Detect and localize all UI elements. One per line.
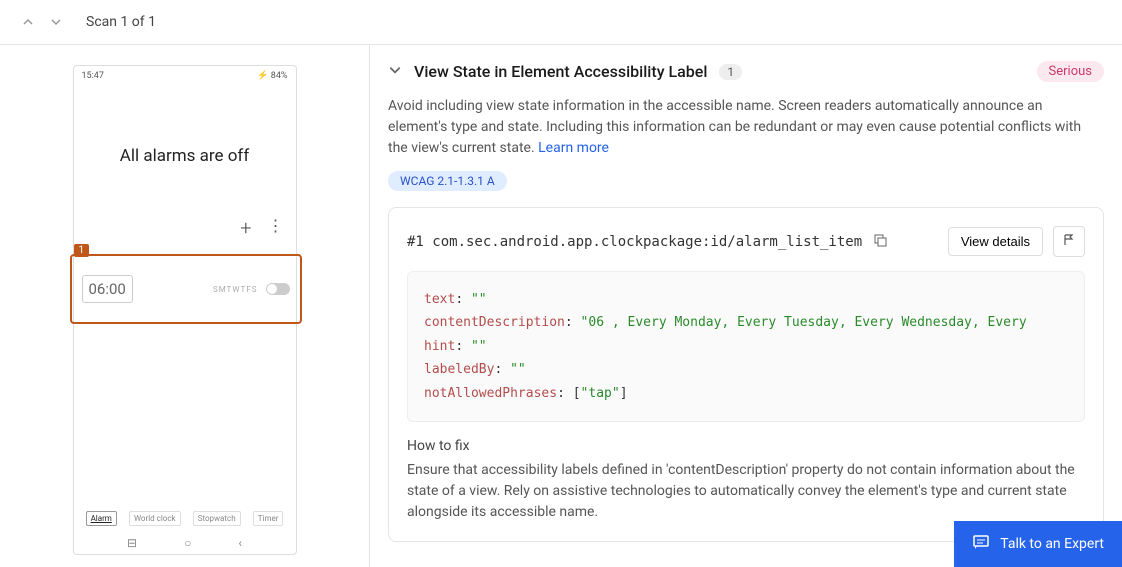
howto-text: Ensure that accessibility labels defined… <box>407 460 1085 523</box>
scan-counter: Scan 1 of 1 <box>86 14 156 30</box>
issue-header: View State in Element Accessibility Labe… <box>388 61 1104 82</box>
top-bar: Scan 1 of 1 <box>0 0 1122 45</box>
alarm-days: SMTWTFS <box>213 285 258 294</box>
view-details-button[interactable]: View details <box>948 227 1043 256</box>
recent-icon: ⊟ <box>127 536 137 550</box>
issue-count-badge: 1 <box>719 64 742 80</box>
home-icon: ○ <box>184 536 191 550</box>
flag-button[interactable] <box>1053 226 1085 257</box>
highlight-badge: 1 <box>74 244 90 257</box>
phone-status-bar: 15:47 ⚡ 84% <box>74 66 296 86</box>
device-screenshot: 15:47 ⚡ 84% All alarms are off + ⋮ 1 06:… <box>73 65 297 555</box>
element-identifier: #1 com.sec.android.app.clockpackage:id/a… <box>407 234 862 250</box>
main-area: 15:47 ⚡ 84% All alarms are off + ⋮ 1 06:… <box>0 45 1122 567</box>
prev-scan-button[interactable] <box>20 14 36 30</box>
copy-icon[interactable] <box>872 232 888 252</box>
issue-highlight[interactable]: 1 06:00 SMTWTFS <box>70 254 302 324</box>
screenshot-panel: 15:47 ⚡ 84% All alarms are off + ⋮ 1 06:… <box>0 45 370 567</box>
issue-detail-panel: View State in Element Accessibility Labe… <box>370 45 1122 567</box>
alarm-toggle <box>266 283 290 295</box>
learn-more-link[interactable]: Learn more <box>538 140 609 156</box>
alarm-controls: SMTWTFS <box>213 283 290 295</box>
phone-tabs: Alarm World clock Stopwatch Timer <box>74 511 296 526</box>
chat-icon <box>972 533 990 555</box>
phone-heading: All alarms are off <box>74 146 296 166</box>
card-header: #1 com.sec.android.app.clockpackage:id/a… <box>407 226 1085 257</box>
alarm-list-item: 06:00 SMTWTFS <box>72 256 300 322</box>
code-block[interactable]: text: "" contentDescription: "06 , Every… <box>407 271 1085 422</box>
back-icon: ‹ <box>238 536 242 550</box>
severity-badge: Serious <box>1037 61 1104 82</box>
talk-to-expert-button[interactable]: Talk to an Expert <box>954 521 1122 567</box>
wcag-badge: WCAG 2.1-1.3.1 A <box>388 171 507 191</box>
phone-toolbar: + ⋮ <box>74 206 296 250</box>
issue-title: View State in Element Accessibility Labe… <box>414 62 707 81</box>
tab-alarm: Alarm <box>86 511 117 526</box>
tab-world-clock: World clock <box>129 511 181 526</box>
howto-heading: How to fix <box>407 438 1085 454</box>
more-icon: ⋮ <box>268 216 282 240</box>
status-time: 15:47 <box>82 71 104 81</box>
tab-stopwatch: Stopwatch <box>193 511 241 526</box>
phone-nav-bar: ⊟ ○ ‹ <box>74 536 296 550</box>
next-scan-button[interactable] <box>48 14 64 30</box>
issue-instance-card: #1 com.sec.android.app.clockpackage:id/a… <box>388 207 1104 542</box>
add-alarm-icon: + <box>240 216 251 240</box>
chat-label: Talk to an Expert <box>1000 536 1104 552</box>
alarm-time: 06:00 <box>82 275 133 303</box>
issue-description: Avoid including view state information i… <box>388 96 1104 159</box>
status-battery: ⚡ 84% <box>257 71 287 81</box>
tab-timer: Timer <box>253 511 284 526</box>
collapse-button[interactable] <box>388 63 402 81</box>
